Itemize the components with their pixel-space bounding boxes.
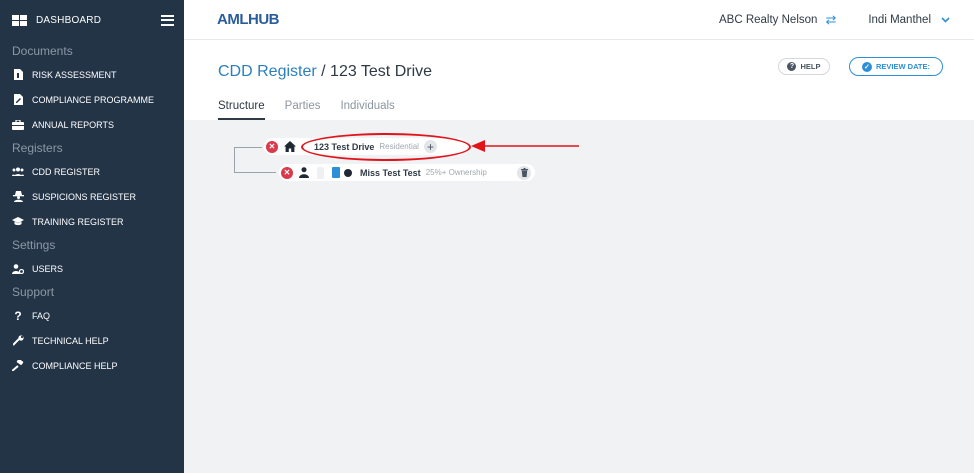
- chevron-down-icon: [941, 14, 950, 26]
- gavel-icon: [12, 360, 24, 372]
- remove-node-button[interactable]: ✕: [266, 140, 278, 153]
- sidebar-item-label: CDD REGISTER: [32, 166, 101, 177]
- trash-icon[interactable]: [517, 165, 531, 180]
- property-node-name[interactable]: 123 Test Drive: [314, 142, 374, 152]
- sidebar-item-annual-reports[interactable]: ANNUAL REPORTS: [0, 112, 184, 137]
- section-settings: Settings: [12, 238, 56, 252]
- user-menu[interactable]: Indi Manthel: [868, 14, 950, 26]
- tab-individuals[interactable]: Individuals: [340, 100, 394, 120]
- section-registers: Registers: [12, 141, 63, 155]
- placeholder-document-icon: [317, 166, 324, 179]
- user-settings-icon: [12, 263, 24, 275]
- help-label: HELP: [800, 62, 821, 71]
- sidebar-item-users[interactable]: USERS: [0, 256, 184, 281]
- check-circle-icon: ✓: [861, 61, 872, 72]
- question-mark-icon: ?: [14, 308, 22, 323]
- tree-connector: [234, 147, 235, 172]
- sidebar-item-compliance-help[interactable]: COMPLIANCE HELP: [0, 353, 184, 378]
- sidebar-item-faq[interactable]: ? FAQ: [0, 303, 184, 328]
- sidebar-item-label: SUSPICIONS REGISTER: [32, 191, 137, 202]
- sidebar-item-label: RISK ASSESSMENT: [32, 69, 117, 80]
- briefcase-icon: [12, 119, 24, 131]
- sidebar-item-label: TECHNICAL HELP: [32, 335, 109, 346]
- question-circle-icon: ?: [787, 62, 797, 71]
- hamburger-menu-icon[interactable]: [161, 14, 174, 26]
- person-icon: [299, 167, 309, 178]
- sidebar-item-technical-help[interactable]: TECHNICAL HELP: [0, 328, 184, 353]
- organisation-switcher[interactable]: ABC Realty Nelson ⇄: [719, 12, 836, 28]
- house-icon: [284, 141, 296, 152]
- status-dot-icon: [344, 168, 352, 177]
- tab-parties[interactable]: Parties: [285, 100, 321, 120]
- breadcrumb-separator: /: [321, 63, 326, 80]
- sidebar-item-compliance-programme[interactable]: COMPLIANCE PROGRAMME: [0, 87, 184, 112]
- users-group-icon: [12, 166, 24, 178]
- organisation-name: ABC Realty Nelson: [719, 13, 818, 26]
- page-title: CDD Register / 123 Test Drive: [218, 63, 432, 81]
- spy-icon: [12, 191, 24, 203]
- user-name: Indi Manthel: [868, 13, 931, 26]
- section-documents: Documents: [12, 44, 73, 58]
- sidebar-item-label: FAQ: [32, 310, 51, 321]
- wrench-icon: [12, 335, 24, 347]
- tree-node-property: ✕ 123 Test Drive Residential +: [264, 138, 467, 155]
- tab-bar: Structure Parties Individuals: [218, 100, 415, 120]
- graduation-cap-icon: [12, 216, 24, 228]
- sidebar-header: DASHBOARD: [0, 0, 184, 40]
- sidebar-item-label: COMPLIANCE HELP: [32, 360, 118, 371]
- sidebar-item-training-register[interactable]: TRAINING REGISTER: [0, 209, 184, 234]
- sidebar-item-suspicions-register[interactable]: SUSPICIONS REGISTER: [0, 184, 184, 209]
- document-icon: [12, 69, 24, 81]
- tree-connector: [234, 147, 262, 148]
- structure-canvas: ✕ 123 Test Drive Residential + ✕ Miss Te…: [184, 120, 974, 473]
- top-bar: AMLHUB ABC Realty Nelson ⇄ Indi Manthel: [184, 0, 974, 40]
- section-support: Support: [12, 285, 55, 299]
- add-party-button[interactable]: +: [423, 140, 437, 154]
- dashboard-link[interactable]: DASHBOARD: [36, 15, 161, 26]
- sidebar: DASHBOARD Documents RISK ASSESSMENT COMP…: [0, 0, 184, 473]
- sidebar-item-label: ANNUAL REPORTS: [32, 119, 115, 130]
- sidebar-item-label: TRAINING REGISTER: [32, 216, 124, 227]
- dashboard-grid-icon: [12, 14, 27, 26]
- sidebar-item-cdd-register[interactable]: CDD REGISTER: [0, 159, 184, 184]
- review-date-label: REVIEW DATE:: [875, 62, 931, 71]
- sidebar-item-label: COMPLIANCE PROGRAMME: [32, 94, 155, 105]
- annotation-arrow-icon: [471, 140, 579, 152]
- individual-node-name[interactable]: Miss Test Test: [360, 168, 421, 178]
- individual-node-role: 25%+ Ownership: [425, 168, 487, 177]
- tree-connector: [234, 172, 276, 173]
- help-button[interactable]: ? HELP: [778, 58, 830, 75]
- app-logo[interactable]: AMLHUB: [217, 11, 280, 28]
- sidebar-item-label: USERS: [32, 263, 64, 274]
- tree-node-individual: ✕ Miss Test Test 25%+ Ownership: [279, 164, 535, 181]
- breadcrumb-current: 123 Test Drive: [330, 63, 433, 80]
- edit-document-icon: [12, 94, 24, 106]
- breadcrumb-cdd-register[interactable]: CDD Register: [218, 63, 317, 80]
- remove-node-button[interactable]: ✕: [281, 166, 293, 179]
- page-header: CDD Register / 123 Test Drive ? HELP ✓ R…: [184, 40, 974, 120]
- swap-arrows-icon: ⇄: [825, 11, 837, 27]
- sidebar-item-risk-assessment[interactable]: RISK ASSESSMENT: [0, 62, 184, 87]
- property-node-type: Residential: [379, 142, 419, 151]
- document-icon[interactable]: [332, 167, 340, 178]
- tab-structure[interactable]: Structure: [218, 100, 265, 120]
- review-date-button[interactable]: ✓ REVIEW DATE:: [849, 57, 943, 76]
